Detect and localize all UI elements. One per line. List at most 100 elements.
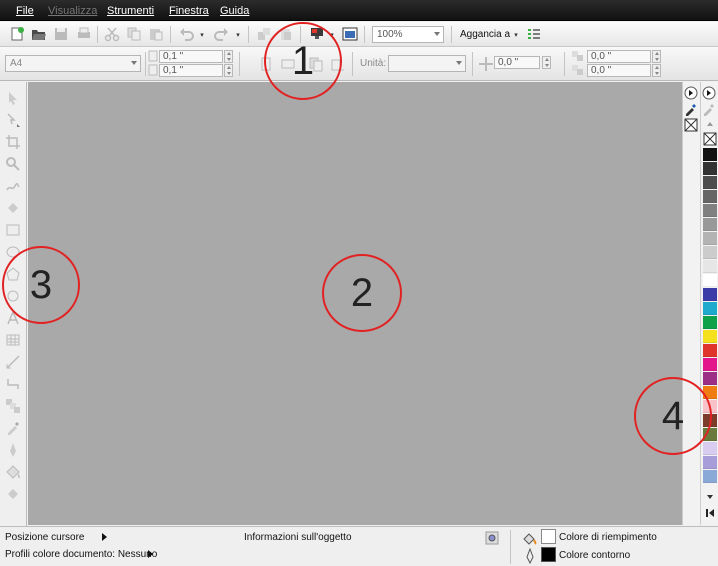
new-document-icon[interactable]	[9, 26, 25, 42]
landscape-icon[interactable]	[280, 56, 296, 72]
no-fill-icon[interactable]	[684, 118, 698, 132]
page-width-field[interactable]: 0,1 "	[159, 50, 223, 63]
color-swatch[interactable]	[703, 288, 717, 301]
page-height-spinner[interactable]	[224, 64, 233, 77]
cut-icon[interactable]	[104, 26, 120, 42]
color-swatch[interactable]	[703, 302, 717, 315]
text-tool-icon[interactable]	[5, 310, 21, 326]
options-icon[interactable]	[526, 26, 542, 42]
menu-visualizza[interactable]: Visualizza	[48, 5, 97, 17]
dimension-tool-icon[interactable]	[5, 354, 21, 370]
palette-eyedropper-icon[interactable]	[702, 102, 716, 116]
palette-menu-icon[interactable]	[702, 86, 716, 100]
color-swatch[interactable]	[703, 316, 717, 329]
all-pages-icon[interactable]	[308, 56, 324, 72]
undo-icon[interactable]	[179, 26, 195, 42]
page-height-field[interactable]: 0,1 "	[159, 64, 223, 77]
color-swatch[interactable]	[703, 358, 717, 371]
polygon-tool-icon[interactable]	[5, 266, 21, 282]
color-proofing-icon[interactable]	[484, 530, 500, 546]
save-icon[interactable]	[53, 26, 69, 42]
print-icon[interactable]	[76, 26, 92, 42]
color-swatch[interactable]	[703, 232, 717, 245]
rectangle-tool-icon[interactable]	[5, 222, 21, 238]
color-swatch[interactable]	[703, 442, 717, 455]
blend-tool-icon[interactable]	[5, 398, 21, 414]
color-swatch[interactable]	[703, 274, 717, 287]
duplicate-distance-x-spinner[interactable]	[652, 50, 661, 63]
outline-color-swatch[interactable]	[541, 547, 556, 562]
export-icon[interactable]	[278, 26, 294, 42]
outline-pen-tool-icon[interactable]	[5, 442, 21, 458]
ellipse-tool-icon[interactable]	[5, 244, 21, 260]
menu-guida[interactable]: Guida	[220, 5, 249, 17]
zoom-tool-icon[interactable]	[5, 156, 21, 172]
color-swatch[interactable]	[703, 372, 717, 385]
redo-dropdown-icon[interactable]: ▾	[234, 31, 242, 39]
application-launcher-icon[interactable]	[309, 26, 325, 42]
color-swatch[interactable]	[703, 456, 717, 469]
scroll-end-icon[interactable]	[703, 506, 717, 520]
paste-icon[interactable]	[148, 26, 164, 42]
copy-icon[interactable]	[126, 26, 142, 42]
color-swatch[interactable]	[703, 162, 717, 175]
launcher-dropdown-icon[interactable]: ▾	[328, 31, 336, 39]
color-swatch[interactable]	[703, 386, 717, 399]
undo-dropdown-icon[interactable]: ▾	[198, 31, 206, 39]
eyedropper-tool-icon[interactable]	[5, 420, 21, 436]
redo-icon[interactable]	[213, 26, 229, 42]
crop-tool-icon[interactable]	[5, 134, 21, 150]
snap-to-label[interactable]: Aggancia a	[460, 29, 510, 40]
page-width-spinner[interactable]	[224, 50, 233, 63]
color-profiles-expand-icon[interactable]	[148, 550, 153, 558]
cursor-position-expand-icon[interactable]	[102, 533, 107, 541]
table-tool-icon[interactable]	[5, 332, 21, 348]
duplicate-distance-x-field[interactable]: 0,0 "	[587, 50, 651, 63]
interactive-fill-tool-icon[interactable]	[5, 486, 21, 502]
page-size-select[interactable]: A4	[5, 55, 141, 72]
color-swatch[interactable]	[703, 470, 717, 483]
eyedropper-icon[interactable]	[684, 102, 698, 116]
color-swatch[interactable]	[703, 428, 717, 441]
welcome-screen-icon[interactable]	[342, 26, 358, 42]
color-swatch[interactable]	[703, 204, 717, 217]
zoom-level-select[interactable]: 100%	[372, 26, 444, 43]
color-swatch[interactable]	[703, 414, 717, 427]
connector-tool-icon[interactable]	[5, 376, 21, 392]
drawing-area[interactable]	[28, 82, 682, 525]
menu-file[interactable]: File	[16, 5, 34, 17]
color-swatch[interactable]	[703, 176, 717, 189]
pick-tool-icon[interactable]	[5, 90, 21, 106]
smart-fill-tool-icon[interactable]	[5, 200, 21, 216]
scroll-up-icon[interactable]	[703, 119, 717, 129]
menu-finestra[interactable]: Finestra	[169, 5, 209, 17]
color-swatch[interactable]	[703, 246, 717, 259]
units-select[interactable]	[388, 55, 466, 72]
color-swatch[interactable]	[703, 148, 717, 161]
color-swatch[interactable]	[703, 400, 717, 413]
fill-color-swatch[interactable]	[541, 529, 556, 544]
nudge-offset-field[interactable]: 0,0 "	[494, 56, 540, 69]
fill-tool-icon[interactable]	[5, 464, 21, 480]
standard-toolbar: ▾ ▾ ▾ 100% Aggancia a ▾	[0, 22, 718, 47]
duplicate-distance-y-field[interactable]: 0,0 "	[587, 64, 651, 77]
color-swatch[interactable]	[703, 190, 717, 203]
open-folder-icon[interactable]	[31, 26, 47, 42]
expand-docker-icon[interactable]	[684, 86, 698, 100]
portrait-icon[interactable]	[258, 56, 274, 72]
scroll-down-icon[interactable]	[703, 492, 717, 502]
freehand-tool-icon[interactable]	[5, 178, 21, 194]
snap-to-dropdown-icon[interactable]: ▾	[512, 31, 520, 39]
shape-tool-icon[interactable]	[5, 112, 21, 128]
color-swatch[interactable]	[703, 218, 717, 231]
palette-no-color-icon[interactable]	[703, 132, 717, 146]
duplicate-distance-y-spinner[interactable]	[652, 64, 661, 77]
current-page-icon[interactable]	[330, 56, 346, 72]
color-swatch[interactable]	[703, 344, 717, 357]
nudge-offset-spinner[interactable]	[542, 56, 551, 69]
import-icon[interactable]	[256, 26, 272, 42]
color-swatch[interactable]	[703, 260, 717, 273]
color-swatch[interactable]	[703, 330, 717, 343]
menu-strumenti[interactable]: Strumenti	[107, 5, 154, 17]
basic-shapes-tool-icon[interactable]	[5, 288, 21, 304]
